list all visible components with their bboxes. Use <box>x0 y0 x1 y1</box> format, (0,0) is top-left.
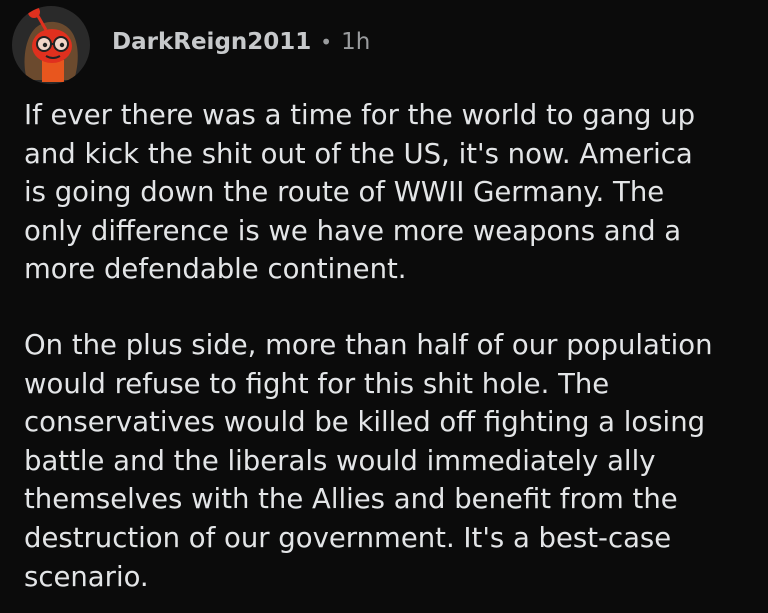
comment-line: more defendable continent. <box>24 253 407 286</box>
comment-line: and kick the shit out of the US, it's no… <box>24 137 693 170</box>
comment-line: On the plus side, more than half of our … <box>24 328 713 361</box>
comment-age: 1h <box>341 29 371 55</box>
comment: DarkReign2011 • 1h If ever there was a t… <box>0 0 768 613</box>
comment-paragraph: If ever there was a time for the world t… <box>24 96 768 289</box>
comment-paragraph: On the plus side, more than half of our … <box>24 326 768 596</box>
meta-separator: • <box>320 30 333 54</box>
comment-line: scenario. <box>24 560 149 593</box>
comment-line: themselves with the Allies and benefit f… <box>24 483 678 516</box>
comment-line: If ever there was a time for the world t… <box>24 99 696 131</box>
comment-line: would refuse to fight for this shit hole… <box>24 367 610 400</box>
comment-body: If ever there was a time for the world t… <box>24 96 768 596</box>
comment-line: only difference is we have more weapons … <box>24 214 682 247</box>
comment-meta: DarkReign2011 • 1h <box>112 29 370 55</box>
username-link[interactable]: DarkReign2011 <box>112 29 311 55</box>
comment-line: destruction of our government. It's a be… <box>24 521 672 554</box>
snoo-avatar-icon <box>24 6 78 82</box>
avatar[interactable] <box>12 6 90 84</box>
comment-header: DarkReign2011 • 1h <box>12 5 370 85</box>
comment-line: conservatives would be killed off fighti… <box>24 406 706 439</box>
comment-line: battle and the liberals would immediatel… <box>24 444 656 477</box>
comment-line: is going down the route of WWII Germany.… <box>24 176 665 209</box>
